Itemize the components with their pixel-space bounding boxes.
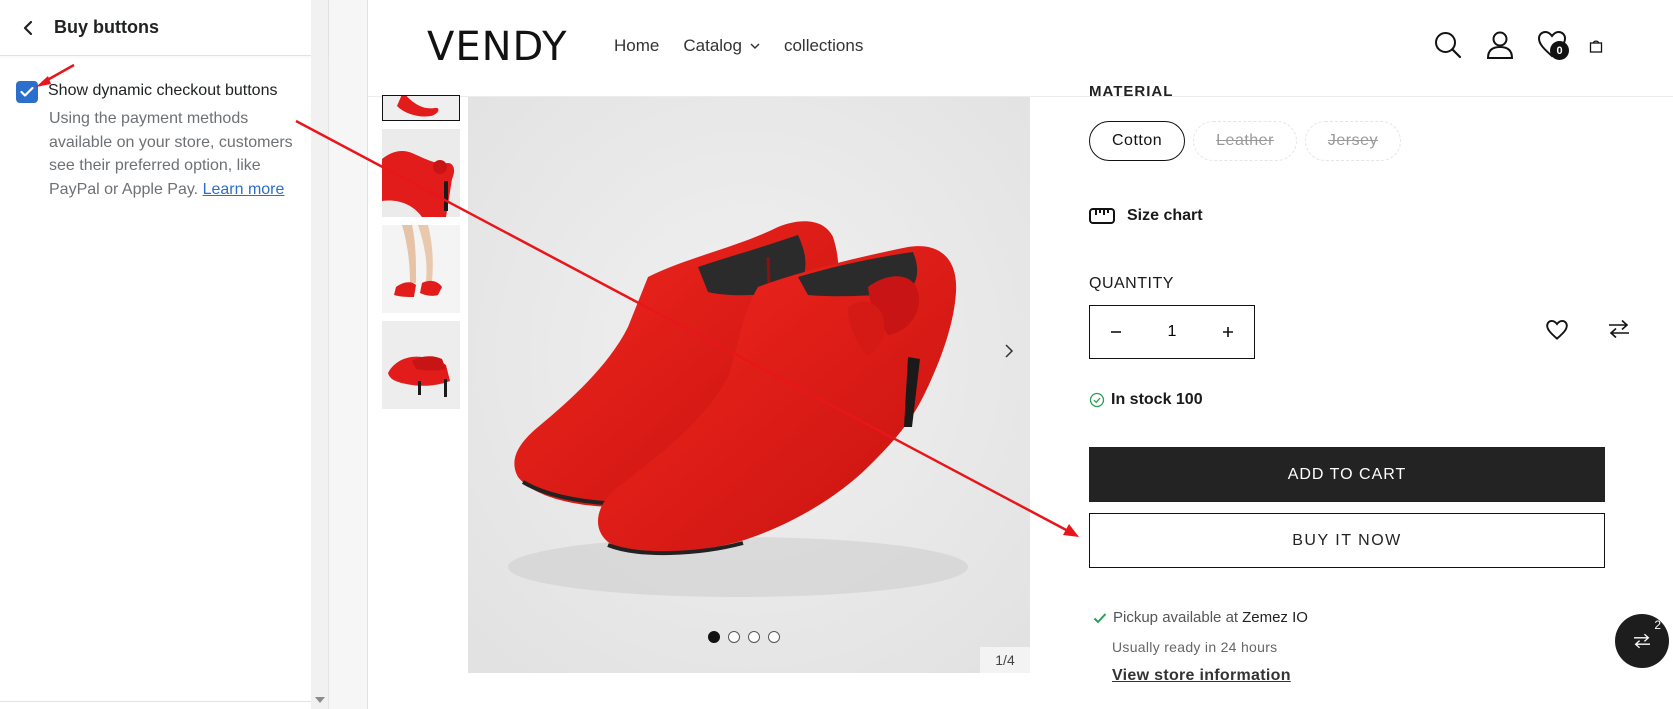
quantity-increase-button[interactable]: [1218, 321, 1238, 344]
scroll-down-arrow-icon[interactable]: [315, 697, 325, 703]
cart-icon[interactable]: [1589, 39, 1603, 53]
thumbnail-1[interactable]: [382, 95, 460, 121]
thumbnail-3[interactable]: [382, 225, 460, 313]
size-chart-label: Size chart: [1127, 207, 1203, 224]
wishlist-count-badge: 0: [1550, 41, 1569, 60]
material-label: MATERIAL: [1089, 83, 1174, 100]
back-button[interactable]: [18, 18, 38, 38]
minus-icon: [1111, 330, 1121, 333]
storefront-preview: VENDY Home Catalog collections 0 1/4 MAT…: [368, 0, 1673, 709]
chevron-right-icon[interactable]: [1004, 343, 1014, 359]
account-icon[interactable]: [1485, 30, 1515, 60]
view-store-information-link[interactable]: View store information: [1112, 667, 1291, 685]
panel-title: Buy buttons: [54, 17, 159, 37]
legs-thumbnail-image: [382, 225, 460, 313]
ruler-icon: [1089, 208, 1115, 224]
thumbnail-4[interactable]: [382, 321, 460, 409]
checkmark-icon: [1093, 612, 1107, 623]
material-option-jersey[interactable]: Jersey: [1304, 121, 1402, 161]
nav-catalog[interactable]: Catalog: [683, 36, 760, 56]
nav-home[interactable]: Home: [614, 36, 659, 56]
plus-icon: [1223, 326, 1233, 337]
slide-counter: 1/4: [980, 647, 1030, 673]
store-logo[interactable]: VENDY: [427, 24, 568, 70]
thumbnail-2[interactable]: [382, 129, 460, 217]
material-option-leather[interactable]: Leather: [1193, 121, 1297, 161]
pickup-availability: Pickup available at Zemez IO: [1093, 609, 1308, 626]
compare-count-badge: 2: [1654, 618, 1661, 632]
nav-collections[interactable]: collections: [784, 36, 863, 56]
nav-catalog-label: Catalog: [683, 36, 742, 55]
shoe-thumbnail-image: [382, 129, 460, 217]
slider-dot-3[interactable]: [748, 631, 760, 643]
thumbnail-list: [382, 95, 462, 417]
compare-icon: [1634, 633, 1650, 649]
panel-scrollbar[interactable]: [311, 0, 328, 709]
app-window: Buy buttons Show dynamic checkout button…: [0, 0, 1673, 709]
learn-more-link[interactable]: Learn more: [203, 181, 285, 198]
slider-dot-1[interactable]: [708, 631, 720, 643]
preview-gutter: [329, 0, 368, 709]
settings-panel: Buy buttons Show dynamic checkout button…: [0, 0, 329, 709]
chevron-left-icon: [23, 20, 33, 35]
buy-it-now-button[interactable]: BUY IT NOW: [1089, 513, 1605, 568]
shoe-pair-thumbnail-image: [382, 321, 460, 409]
compare-icon[interactable]: [1608, 319, 1630, 339]
compare-floating-button[interactable]: 2: [1615, 614, 1669, 668]
slider-dot-4[interactable]: [768, 631, 780, 643]
panel-footer-divider: [0, 701, 311, 709]
pickup-ready-time: Usually ready in 24 hours: [1112, 639, 1278, 655]
dynamic-checkout-setting: Show dynamic checkout buttons Using the …: [16, 80, 306, 201]
dynamic-checkout-checkbox[interactable]: [16, 81, 38, 103]
product-main-image[interactable]: 1/4: [468, 97, 1030, 673]
wishlist-header-button[interactable]: 0: [1537, 30, 1571, 64]
stock-text: In stock 100: [1111, 391, 1203, 408]
add-to-cart-button[interactable]: ADD TO CART: [1089, 447, 1605, 502]
red-ankle-boots-image: [468, 97, 1030, 673]
material-options: Cotton Leather Jersey: [1089, 121, 1409, 161]
chevron-down-icon: [750, 42, 760, 49]
main-nav: Home Catalog collections: [614, 36, 887, 56]
panel-header: Buy buttons: [0, 0, 328, 56]
checkmark-icon: [20, 86, 34, 97]
shoe-thumbnail-image: [383, 96, 459, 120]
header-icons: 0: [1433, 30, 1673, 66]
slider-dots: [708, 631, 788, 643]
size-chart-link[interactable]: Size chart: [1089, 207, 1203, 225]
quantity-input[interactable]: [1152, 323, 1192, 341]
quantity-label: QUANTITY: [1089, 275, 1174, 292]
pickup-prefix: Pickup available at: [1113, 609, 1239, 626]
check-circle-icon: [1089, 392, 1105, 408]
setting-help-text: Using the payment methods available on y…: [49, 107, 306, 201]
quantity-decrease-button[interactable]: [1106, 321, 1126, 344]
pickup-location: Zemez IO: [1242, 609, 1308, 626]
slider-dot-2[interactable]: [728, 631, 740, 643]
material-option-cotton[interactable]: Cotton: [1089, 121, 1186, 161]
quantity-stepper: [1089, 305, 1255, 359]
wishlist-heart-icon[interactable]: [1545, 319, 1569, 341]
search-icon[interactable]: [1433, 30, 1463, 60]
stock-status: In stock 100: [1089, 391, 1203, 409]
setting-label[interactable]: Show dynamic checkout buttons: [48, 80, 277, 102]
store-header: VENDY Home Catalog collections 0: [368, 0, 1673, 97]
